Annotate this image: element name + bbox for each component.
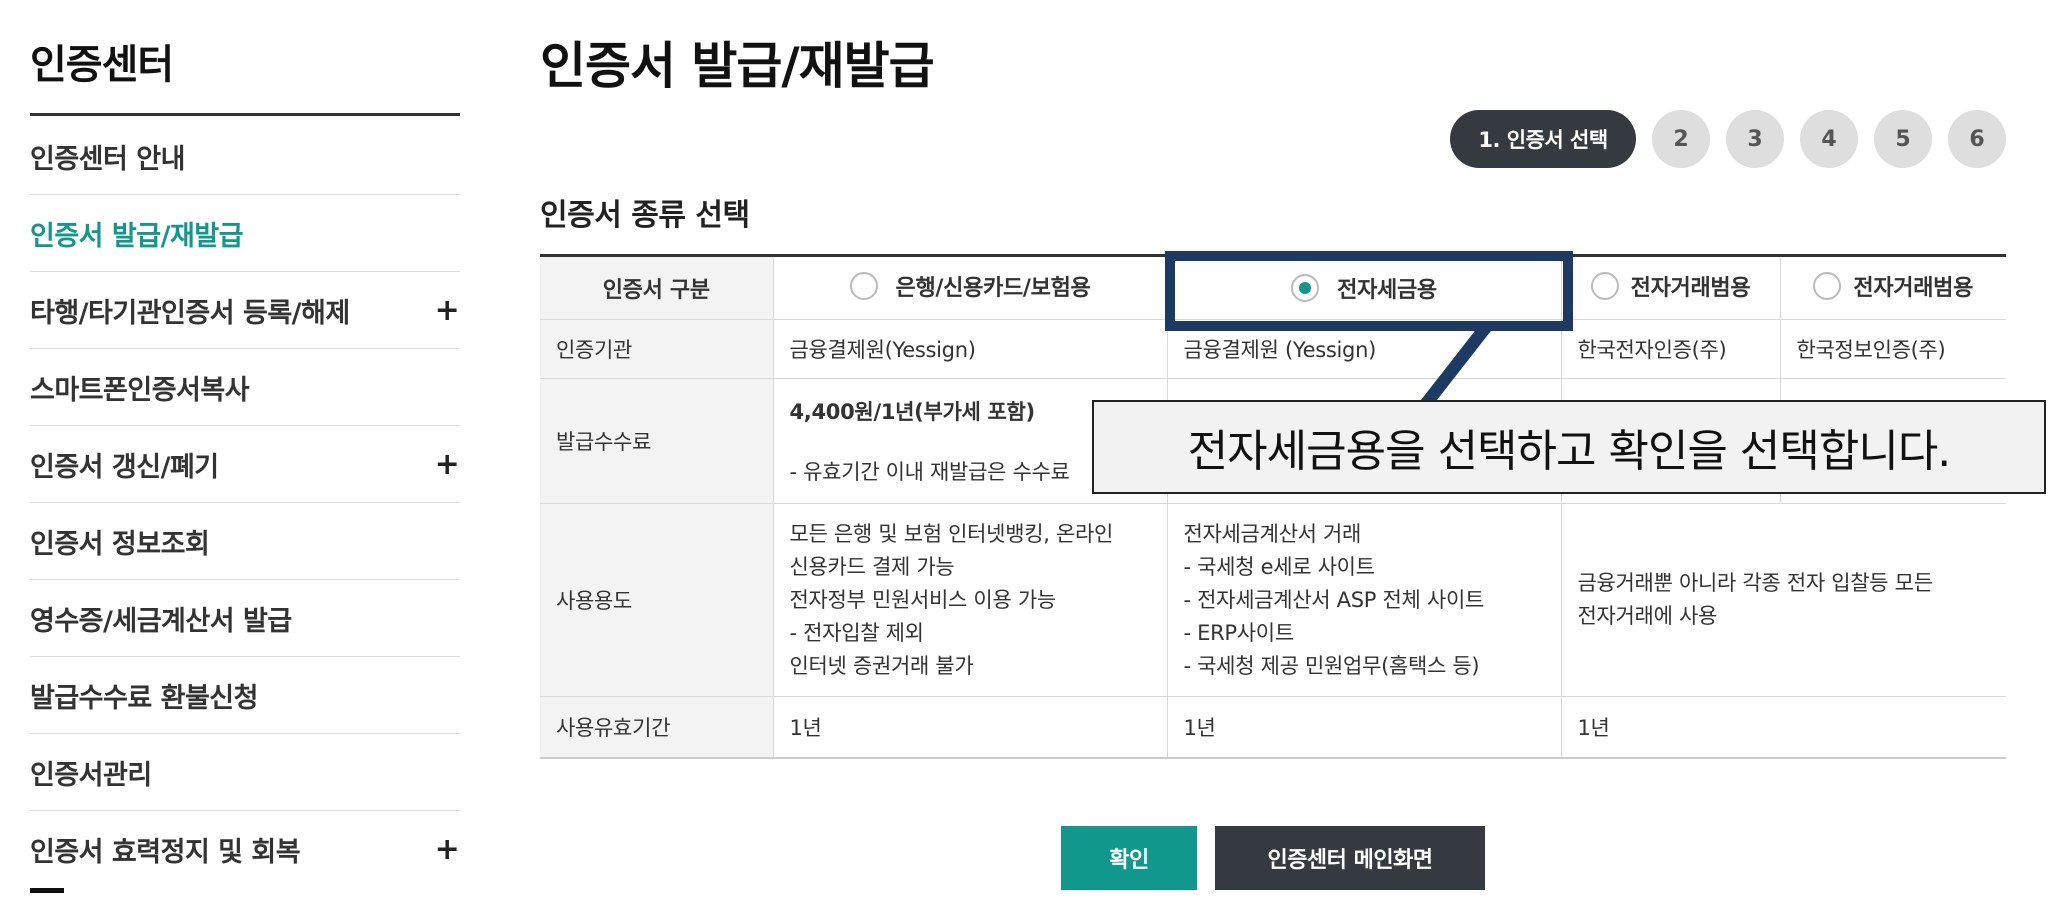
usage-line: - ERP사이트 — [1183, 620, 1295, 645]
step-1-current: 1. 인증서 선택 — [1450, 110, 1636, 168]
sidebar-item-other-cert-register[interactable]: 타행/타기관인증서 등록/해제 + — [30, 272, 460, 349]
table-cell: 1년 — [1561, 696, 2006, 759]
step-indicator: 1. 인증서 선택 2 3 4 5 6 — [1450, 110, 2006, 168]
option-e-commerce-general-2[interactable]: 전자거래범용 — [1780, 255, 2006, 320]
usage-line: - 전자입찰 제외 — [789, 620, 924, 645]
radio-button[interactable] — [1590, 272, 1619, 300]
step-3: 3 — [1726, 110, 1784, 168]
table-cell: 전자세금계산서 거래 - 국세청 e세로 사이트 - 전자세금계산서 ASP 전… — [1167, 503, 1562, 697]
table-cell: 1년 — [773, 696, 1168, 759]
table-header-label: 인증서 구분 — [540, 255, 774, 320]
sidebar-menu: 인증센터 안내 인증서 발급/재발급 타행/타기관인증서 등록/해제 + 스마트… — [30, 118, 460, 888]
table-cell: 모든 은행 및 보험 인터넷뱅킹, 온라인 신용카드 결제 가능 전자정부 민원… — [773, 503, 1168, 697]
radio-button[interactable] — [1813, 272, 1842, 300]
cert-center-main-button[interactable]: 인증센터 메인화면 — [1215, 826, 1485, 890]
row-label: 발급수수료 — [540, 378, 774, 504]
step-5: 5 — [1874, 110, 1932, 168]
sidebar-item-label: 인증서 정보조회 — [30, 528, 210, 560]
sidebar-item-label: 인증서관리 — [30, 759, 152, 791]
sidebar-item-smartphone-copy[interactable]: 스마트폰인증서복사 — [30, 349, 460, 426]
plus-icon[interactable]: + — [434, 293, 460, 328]
row-label: 사용용도 — [540, 503, 774, 697]
option-label: 은행/신용카드/보험용 — [895, 276, 1091, 301]
plus-icon[interactable]: + — [434, 447, 460, 482]
sidebar-item-cert-issue[interactable]: 인증서 발급/재발급 — [30, 195, 460, 272]
usage-line: 전자세금계산서 거래 — [1183, 521, 1362, 546]
highlight-box — [1165, 251, 1573, 331]
section-title: 인증서 종류 선택 — [540, 198, 750, 233]
table-cell: 1년 — [1167, 696, 1562, 759]
step-2: 2 — [1652, 110, 1710, 168]
table-cell: 금융거래뿐 아니라 각종 전자 입찰등 모든 전자거래에 사용 — [1561, 503, 2006, 697]
usage-line: - 국세청 제공 민원업무(홈택스 등) — [1183, 653, 1480, 678]
usage-line: - 국세청 e세로 사이트 — [1183, 554, 1375, 579]
sidebar-divider — [30, 113, 460, 116]
sidebar-item-label: 발급수수료 환불신청 — [30, 682, 258, 714]
sidebar-item-cert-center-info[interactable]: 인증센터 안내 — [30, 118, 460, 195]
option-e-commerce-general-1[interactable]: 전자거래범용 — [1561, 255, 1781, 320]
row-label: 인증기관 — [540, 319, 774, 379]
sidebar-item-label: 인증센터 안내 — [30, 143, 185, 175]
usage-line: 전자거래에 사용 — [1577, 604, 1718, 628]
option-label: 전자거래범용 — [1853, 276, 1974, 301]
step-6: 6 — [1948, 110, 2006, 168]
sidebar-item-cert-renew[interactable]: 인증서 갱신/폐기 + — [30, 426, 460, 503]
row-label: 사용유효기간 — [540, 696, 774, 759]
table-cell: 한국전자인증(주) — [1561, 319, 1781, 379]
sidebar-item-cert-suspend[interactable]: 인증서 효력정지 및 회복 + — [30, 811, 460, 888]
instruction-callout: 전자세금용을 선택하고 확인을 선택합니다. — [1092, 400, 2046, 494]
table-row-usage: 사용용도 모든 은행 및 보험 인터넷뱅킹, 온라인 신용카드 결제 가능 전자… — [540, 503, 2006, 697]
usage-line: 금융거래뿐 아니라 각종 전자 입찰등 모든 — [1577, 571, 1934, 595]
table-row-validity: 사용유효기간 1년 1년 1년 — [540, 696, 2006, 759]
sidebar-item-refund[interactable]: 발급수수료 환불신청 — [30, 657, 460, 734]
usage-line: 신용카드 결제 가능 — [789, 554, 955, 579]
radio-button[interactable] — [849, 272, 878, 300]
option-bank-card-insurance[interactable]: 은행/신용카드/보험용 — [773, 255, 1168, 320]
sidebar-item-label: 인증서 갱신/폐기 — [30, 451, 219, 483]
plus-icon[interactable]: + — [434, 832, 460, 867]
table-cell: 금융결제원(Yessign) — [773, 319, 1168, 379]
usage-line: 인터넷 증권거래 불가 — [789, 653, 974, 678]
page-title: 인증서 발급/재발급 — [540, 37, 935, 95]
sidebar-item-label: 인증서 효력정지 및 회복 — [30, 837, 301, 868]
step-4: 4 — [1800, 110, 1858, 168]
sidebar-item-label: 영수증/세금계산서 발급 — [30, 605, 292, 637]
usage-line: 모든 은행 및 보험 인터넷뱅킹, 온라인 — [789, 521, 1114, 546]
usage-line: - 전자세금계산서 ASP 전체 사이트 — [1183, 587, 1485, 612]
confirm-button[interactable]: 확인 — [1061, 826, 1197, 890]
sidebar-item-label: 타행/타기관인증서 등록/해제 — [30, 297, 350, 329]
sidebar-item-label: 스마트폰인증서복사 — [30, 374, 250, 406]
sidebar-item-label: 인증서 발급/재발급 — [30, 220, 243, 252]
table-cell: 한국정보인증(주) — [1780, 319, 2006, 379]
usage-line: 전자정부 민원서비스 이용 가능 — [789, 587, 1057, 612]
sidebar-title: 인증센터 — [30, 42, 174, 88]
sidebar-item-cert-info[interactable]: 인증서 정보조회 — [30, 503, 460, 580]
sidebar-item-receipt[interactable]: 영수증/세금계산서 발급 — [30, 580, 460, 657]
sidebar-item-cert-manage[interactable]: 인증서관리 — [30, 734, 460, 811]
sidebar-end-marker — [30, 888, 64, 893]
option-label: 전자거래범용 — [1630, 276, 1751, 301]
